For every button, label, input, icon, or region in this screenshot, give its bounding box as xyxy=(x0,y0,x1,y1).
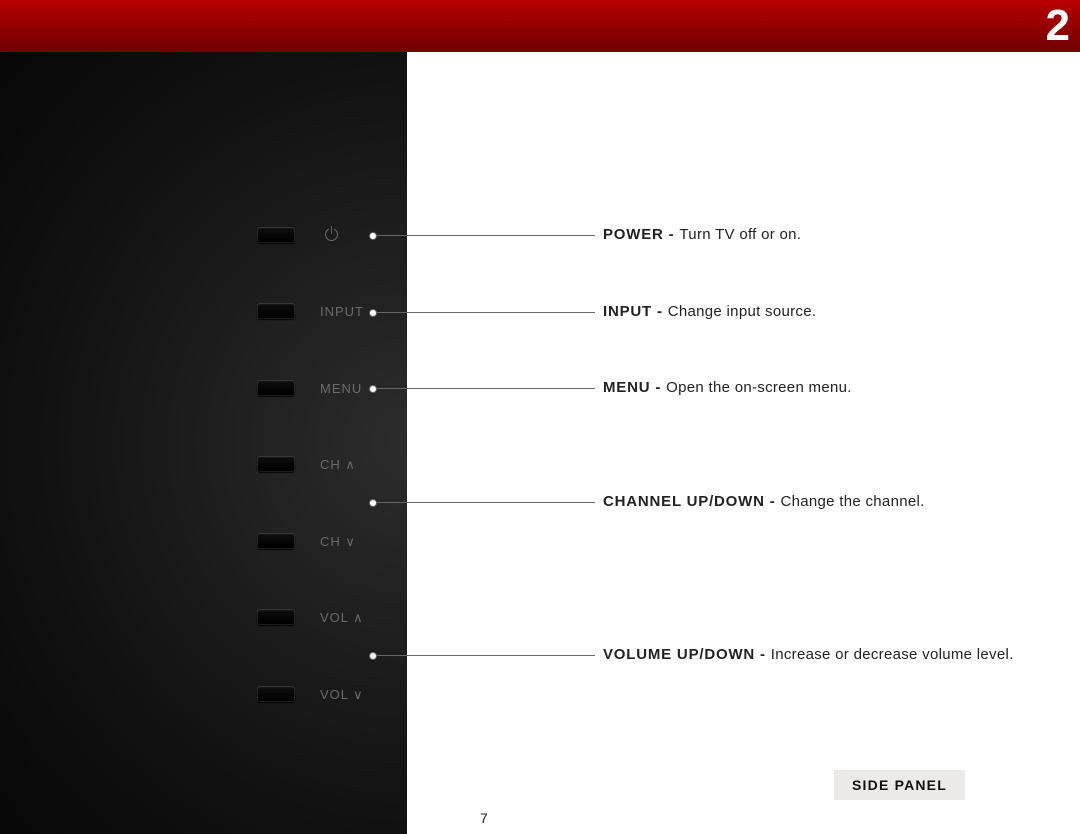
menu-label: MENU xyxy=(320,381,362,396)
chapter-number: 2 xyxy=(1046,0,1070,52)
callout-menu-text: Open the on-screen menu. xyxy=(666,379,852,396)
power-button[interactable] xyxy=(257,227,295,243)
channel-down-label: CH ∨ xyxy=(320,534,356,550)
channel-down-button[interactable] xyxy=(257,533,295,549)
callout-channel-text: Change the channel. xyxy=(780,493,924,510)
callout-menu-bold: MENU - xyxy=(603,379,666,396)
callout-volume-text: Increase or decrease volume level. xyxy=(771,646,1014,663)
input-label: INPUT xyxy=(320,304,364,319)
leader-volume xyxy=(373,655,595,656)
callout-power-bold: POWER - xyxy=(603,226,679,243)
volume-up-button[interactable] xyxy=(257,609,295,625)
input-button[interactable] xyxy=(257,303,295,319)
callout-volume: VOLUME UP/DOWN - Increase or decrease vo… xyxy=(603,646,1014,663)
leader-channel xyxy=(373,502,595,503)
page-number: 7 xyxy=(480,810,488,826)
leader-power xyxy=(373,235,595,236)
callout-input-bold: INPUT - xyxy=(603,303,668,320)
volume-up-label: VOL ∧ xyxy=(320,610,364,626)
leader-input xyxy=(373,312,595,313)
volume-down-button[interactable] xyxy=(257,686,295,702)
callout-power-text: Turn TV off or on. xyxy=(679,226,801,243)
callout-volume-bold: VOLUME UP/DOWN - xyxy=(603,646,771,663)
channel-up-button[interactable] xyxy=(257,456,295,472)
power-icon xyxy=(325,228,338,241)
callout-channel: CHANNEL UP/DOWN - Change the channel. xyxy=(603,493,925,510)
callout-power: POWER - Turn TV off or on. xyxy=(603,226,801,243)
section-tab: SIDE PANEL xyxy=(834,770,965,800)
callout-channel-bold: CHANNEL UP/DOWN - xyxy=(603,493,780,510)
menu-button[interactable] xyxy=(257,380,295,396)
tv-side-panel: INPUT MENU CH ∧ CH ∨ VOL ∧ VOL ∨ xyxy=(0,52,407,834)
volume-down-label: VOL ∨ xyxy=(320,687,364,703)
channel-up-label: CH ∧ xyxy=(320,457,356,473)
callout-input-text: Change input source. xyxy=(668,303,817,320)
leader-menu xyxy=(373,388,595,389)
header-bar: 2 xyxy=(0,0,1080,52)
callout-menu: MENU - Open the on-screen menu. xyxy=(603,379,852,396)
callout-input: INPUT - Change input source. xyxy=(603,303,816,320)
